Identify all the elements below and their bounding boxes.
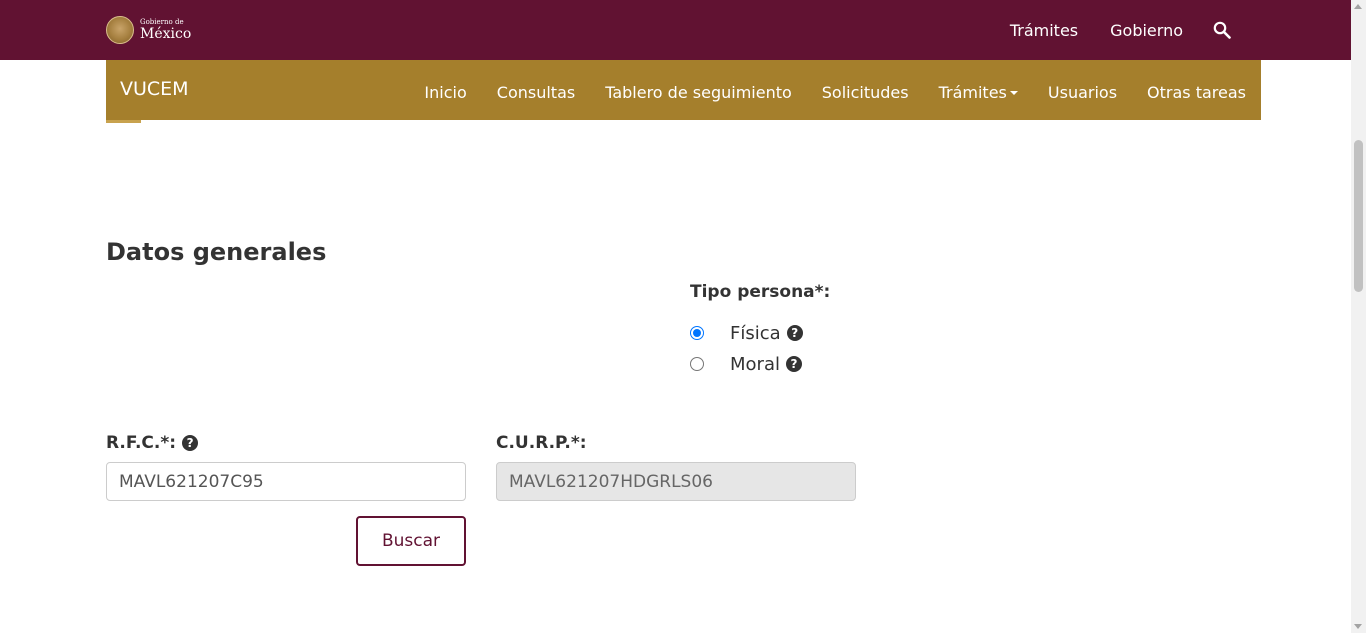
vucem-navbar: VUCEM Inicio Consultas Tablero de seguim…: [106, 60, 1261, 120]
vertical-scrollbar[interactable]: [1351, 0, 1366, 633]
menu-item-solicitudes[interactable]: Solicitudes: [822, 83, 909, 102]
rfc-label-group: R.F.C.*: ?: [106, 433, 199, 453]
top-link-tramites[interactable]: Trámites: [1010, 21, 1078, 40]
radio-moral-label[interactable]: Moral: [730, 354, 780, 375]
option-moral: Moral ?: [690, 353, 802, 375]
nav-accent-bar: [106, 120, 141, 123]
menu-item-inicio[interactable]: Inicio: [424, 83, 466, 102]
brand-vucem[interactable]: VUCEM: [120, 78, 189, 100]
curp-label: C.U.R.P.*:: [496, 433, 587, 453]
option-fisica: Física ?: [690, 322, 803, 344]
caret-down-icon: [1009, 91, 1018, 95]
national-seal-icon: [106, 16, 134, 44]
menu-item-otras-tareas[interactable]: Otras tareas: [1147, 83, 1246, 102]
main-menu: Inicio Consultas Tablero de seguimiento …: [394, 60, 1246, 124]
logo-text: Gobierno de México: [140, 18, 192, 42]
menu-item-tramites[interactable]: Trámites: [939, 83, 1018, 102]
buscar-button[interactable]: Buscar: [356, 516, 466, 566]
question-circle-icon[interactable]: ?: [786, 325, 803, 341]
rfc-input[interactable]: MAVL621207C95: [106, 462, 466, 501]
menu-item-usuarios[interactable]: Usuarios: [1048, 83, 1117, 102]
question-circle-icon[interactable]: ?: [182, 435, 199, 451]
scroll-thumb[interactable]: [1354, 140, 1363, 292]
top-link-gobierno[interactable]: Gobierno: [1110, 21, 1183, 40]
question-circle-icon[interactable]: ?: [785, 356, 802, 372]
curp-input: MAVL621207HDGRLS06: [496, 462, 856, 501]
scroll-down-arrow-icon[interactable]: [1354, 624, 1362, 629]
tipo-persona-label: Tipo persona*:: [690, 282, 831, 302]
logo-big-text: México: [140, 26, 192, 42]
search-icon[interactable]: [1213, 21, 1231, 39]
rfc-label: R.F.C.*:: [106, 433, 177, 453]
menu-item-tramites-label: Trámites: [938, 82, 1007, 102]
gobierno-mexico-logo[interactable]: Gobierno de México: [106, 14, 191, 46]
radio-moral[interactable]: [690, 357, 704, 371]
top-links: Trámites Gobierno: [978, 0, 1231, 60]
section-title: Datos generales: [106, 238, 327, 266]
top-header: Gobierno de México Trámites Gobierno: [0, 0, 1351, 60]
scroll-up-arrow-icon[interactable]: [1354, 4, 1362, 9]
menu-item-consultas[interactable]: Consultas: [497, 83, 575, 102]
radio-fisica[interactable]: [690, 326, 704, 340]
radio-fisica-label[interactable]: Física: [730, 323, 781, 344]
menu-item-tablero[interactable]: Tablero de seguimiento: [605, 83, 792, 102]
logo-small-text: Gobierno de: [140, 18, 184, 26]
